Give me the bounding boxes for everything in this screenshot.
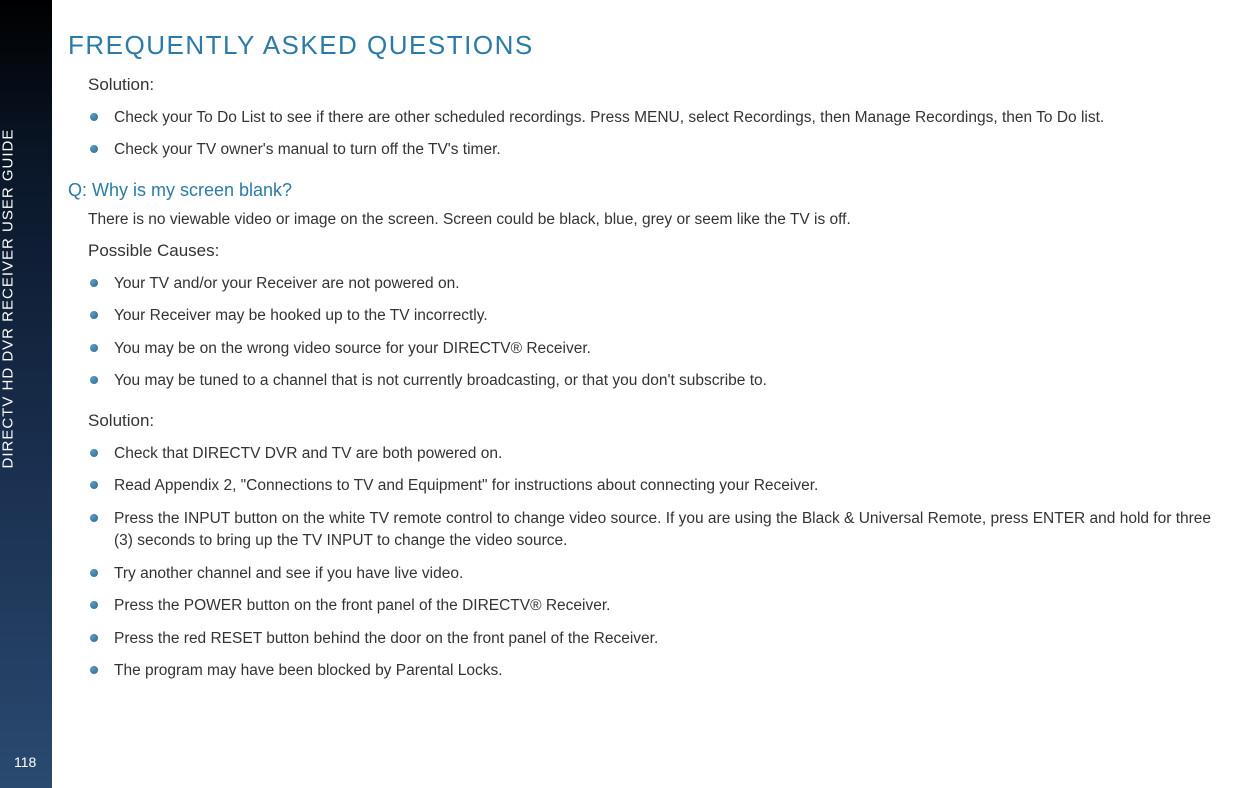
content-area: FREQUENTLY ASKED QUESTIONS Solution: Che… xyxy=(68,30,1219,701)
page-title: FREQUENTLY ASKED QUESTIONS xyxy=(68,30,1219,61)
possible-causes-heading: Possible Causes: xyxy=(88,241,1219,261)
list-item: Press the INPUT button on the white TV r… xyxy=(88,508,1219,553)
list-item: You may be on the wrong video source for… xyxy=(88,338,1219,360)
sidebar: DIRECTV HD DVR RECEIVER USER GUIDE 118 xyxy=(0,0,52,788)
solution-heading-2: Solution: xyxy=(88,411,1219,431)
list-item: Check your To Do List to see if there ar… xyxy=(88,107,1219,129)
list-item: Press the POWER button on the front pane… xyxy=(88,595,1219,617)
list-item: Your Receiver may be hooked up to the TV… xyxy=(88,305,1219,327)
solution-list-1: Check your To Do List to see if there ar… xyxy=(88,107,1219,162)
sidebar-title: DIRECTV HD DVR RECEIVER USER GUIDE xyxy=(0,129,17,469)
list-item: Check that DIRECTV DVR and TV are both p… xyxy=(88,443,1219,465)
solution-list-2: Check that DIRECTV DVR and TV are both p… xyxy=(88,443,1219,683)
possible-causes-list: Your TV and/or your Receiver are not pow… xyxy=(88,273,1219,393)
list-item: Read Appendix 2, "Connections to TV and … xyxy=(88,475,1219,497)
solution-heading-1: Solution: xyxy=(88,75,1219,95)
list-item: You may be tuned to a channel that is no… xyxy=(88,370,1219,392)
list-item: The program may have been blocked by Par… xyxy=(88,660,1219,682)
question-intro: There is no viewable video or image on t… xyxy=(88,211,1219,229)
list-item: Your TV and/or your Receiver are not pow… xyxy=(88,273,1219,295)
page-number: 118 xyxy=(14,754,36,770)
list-item: Press the red RESET button behind the do… xyxy=(88,628,1219,650)
list-item: Check your TV owner's manual to turn off… xyxy=(88,139,1219,161)
faq-question: Q: Why is my screen blank? xyxy=(68,180,1219,201)
list-item: Try another channel and see if you have … xyxy=(88,563,1219,585)
